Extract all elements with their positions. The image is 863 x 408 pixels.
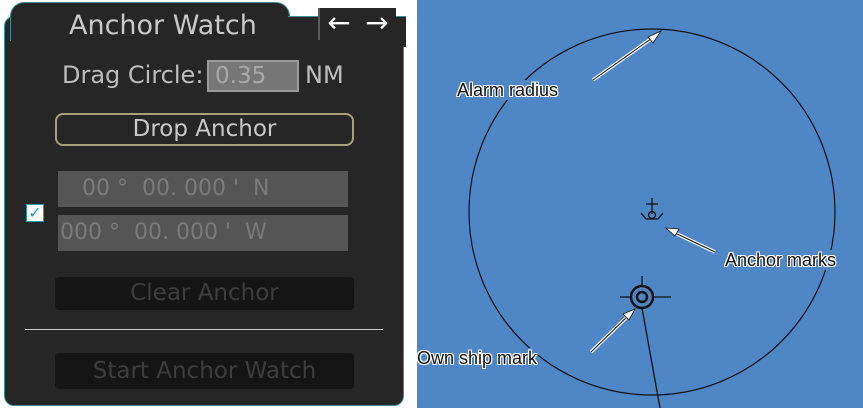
- alarm-radius-callout: Alarm radius: [457, 80, 559, 100]
- drag-circle-unit: NM: [305, 61, 344, 89]
- dialog-title: Anchor Watch: [69, 10, 257, 41]
- dialog-tab: Anchor Watch: [10, 2, 290, 41]
- forward-arrow-icon[interactable]: →: [358, 8, 396, 40]
- own-ship-mark-callout: Own ship mark: [417, 348, 538, 368]
- latitude-field[interactable]: 00 ° 00. 000 ' N: [58, 171, 348, 207]
- back-arrow-icon[interactable]: ←: [318, 8, 360, 40]
- radar-graphic: [468, 28, 836, 408]
- radar-display: Alarm radius Anchor marks Own ship mark: [417, 0, 863, 408]
- anchor-watch-dialog: Anchor Watch ← → Drag Circle: 0.35 NM Dr…: [0, 0, 406, 408]
- position-checkbox[interactable]: ✓: [26, 204, 44, 222]
- divider: [25, 329, 383, 330]
- drag-circle-label: Drag Circle:: [62, 61, 204, 89]
- drop-anchor-button[interactable]: Drop Anchor: [55, 113, 354, 146]
- longitude-field[interactable]: 000 ° 00. 000 ' W: [58, 215, 348, 251]
- own-ship-mark-icon: [620, 276, 671, 408]
- callout-leaders: [589, 30, 716, 354]
- drag-circle-input[interactable]: 0.35: [207, 60, 299, 92]
- start-anchor-watch-button[interactable]: Start Anchor Watch: [55, 353, 354, 389]
- anchor-mark-callout: Anchor marks: [725, 250, 837, 270]
- clear-anchor-button[interactable]: Clear Anchor: [55, 277, 354, 310]
- anchor-mark-icon: [640, 198, 664, 220]
